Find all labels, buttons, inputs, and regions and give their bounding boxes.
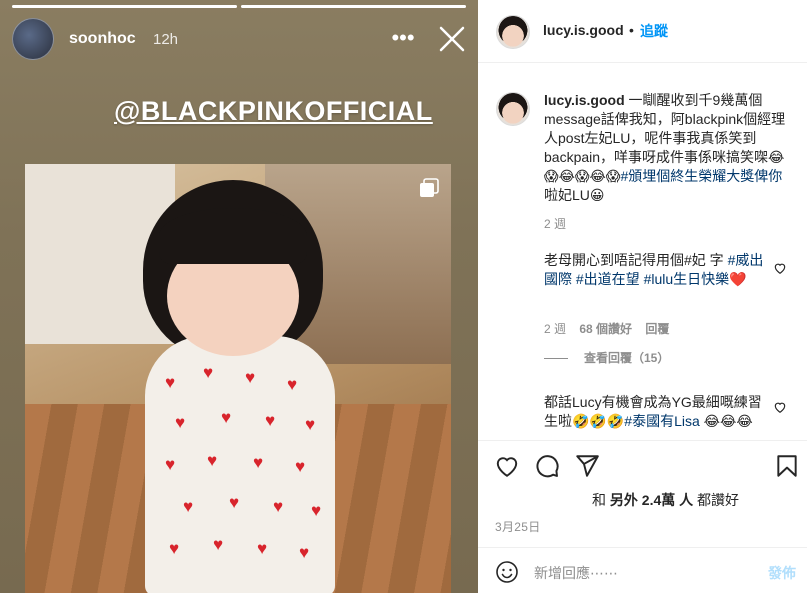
comments-list[interactable]: lucy.is.good 一瞓醒收到千9幾萬個message話俾我知，阿blac… [478, 63, 807, 439]
post-date: 3月25日 [495, 520, 541, 534]
comment-emoji: 😂😂😂 [699, 413, 753, 429]
progress-segment [241, 5, 466, 8]
like-comment-icon[interactable] [773, 261, 787, 275]
post-actions: 和 另外 2.4萬 人 都讚好 3月25日 [478, 440, 807, 551]
comment-likes[interactable]: 68 個讚好 [579, 322, 632, 336]
story-viewer: soonhoc 12h ••• @BLACKPINKOFFICIAL ♥ ♥ ♥… [0, 0, 478, 593]
share-icon[interactable] [574, 453, 600, 479]
view-replies-label: 查看回覆（15） [584, 351, 670, 365]
comment-text: 都話Lucy有機會成為YG最細嘅練習生啦🤣🤣🤣#泰國有Lisa 😂😂😂 [544, 393, 768, 431]
comment-emoji: ❤️ [729, 271, 747, 287]
likes-suffix: 都讚好 [693, 492, 740, 508]
caption-hashtag[interactable]: #頒埋個終生榮耀大獎俾你 [621, 168, 783, 184]
more-options-icon[interactable]: ••• [388, 24, 418, 52]
story-timestamp: 12h [153, 31, 179, 48]
separator-dot: • [629, 22, 634, 38]
comment-icon[interactable] [534, 453, 560, 479]
like-comment-icon[interactable] [773, 400, 787, 414]
story-username[interactable]: soonhoc [69, 30, 136, 48]
comment-body: 老母開心到唔記得用個#妃 字 [544, 252, 728, 268]
post-comment-button[interactable]: 發佈 [768, 563, 796, 583]
comment-text: 老母開心到唔記得用個#妃 字 #威出國際 #出道在望 #lulu生日快樂❤️ [544, 251, 768, 289]
story-photo: ♥ ♥ ♥ ♥ ♥ ♥ ♥ ♥ ♥ ♥ ♥ ♥ ♥ ♥ ♥ ♥ ♥ ♥ ♥ ♥ [25, 164, 451, 593]
carousel-icon [420, 178, 439, 197]
story-avatar[interactable] [12, 18, 54, 60]
comment-input[interactable]: 新增回應⋯⋯ [534, 563, 618, 583]
caption-age: 2 週 [544, 217, 567, 231]
post-panel: lucy.is.good • 追蹤 lucy.is.good 一瞓醒收到千9幾萬… [478, 0, 807, 593]
comment-composer: 新增回應⋯⋯ 發佈 [478, 547, 807, 594]
likes-prefix: 和 [592, 492, 610, 508]
comment-age: 2 週 [544, 322, 567, 336]
comment-hashtags[interactable]: #泰國有Lisa [624, 413, 699, 429]
emoji-icon[interactable] [495, 560, 519, 584]
progress-segment [12, 5, 237, 8]
post-caption: lucy.is.good 一瞓醒收到千9幾萬個message話俾我知，阿blac… [544, 91, 796, 205]
caption-tail: 啦妃LU😀 [544, 187, 605, 203]
caption-avatar[interactable] [496, 92, 530, 126]
follow-button[interactable]: 追蹤 [640, 21, 668, 41]
heart-icon[interactable] [494, 453, 520, 479]
close-icon[interactable] [438, 25, 466, 53]
app-root: soonhoc 12h ••• @BLACKPINKOFFICIAL ♥ ♥ ♥… [0, 0, 807, 593]
caption-username[interactable]: lucy.is.good [544, 92, 625, 108]
save-icon[interactable] [774, 453, 800, 479]
comment-meta: 2 週 68 個讚好 回覆 [544, 320, 669, 337]
avatar[interactable] [496, 15, 530, 49]
story-mention-sticker[interactable]: @BLACKPINKOFFICIAL [114, 96, 433, 127]
likes-count[interactable]: 另外 2.4萬 人 [610, 492, 693, 508]
view-replies-button[interactable]: 查看回覆（15） [544, 349, 669, 366]
post-header: lucy.is.good • 追蹤 [478, 0, 807, 63]
likes-summary: 和 另外 2.4萬 人 都讚好 [592, 490, 739, 510]
post-username[interactable]: lucy.is.good [543, 22, 624, 38]
story-progress-bar [12, 5, 466, 8]
reply-button[interactable]: 回覆 [645, 322, 669, 336]
